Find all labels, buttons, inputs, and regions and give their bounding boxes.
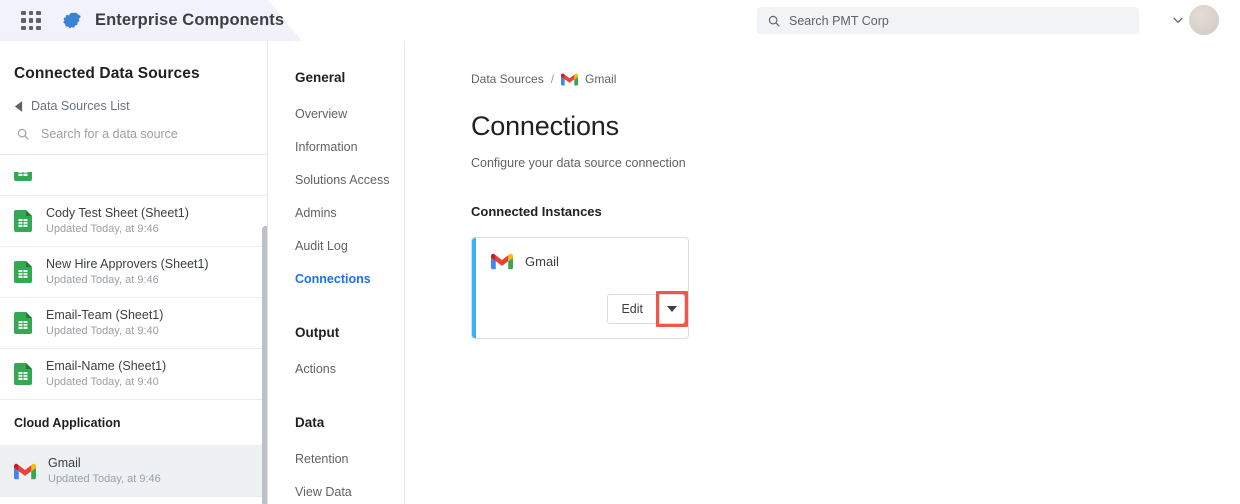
nav-section-data: Data	[277, 415, 404, 430]
google-sheets-icon	[14, 363, 34, 385]
top-header-bar: Enterprise Components	[0, 0, 1240, 41]
connected-instance-card: Gmail Edit	[471, 237, 689, 339]
dropdown-highlight-box	[656, 291, 688, 327]
list-item-updated: Updated Today, at 9:46	[46, 273, 209, 287]
search-input[interactable]	[789, 14, 1119, 28]
google-sheets-icon	[14, 312, 34, 334]
nav-item-actions[interactable]: Actions	[277, 353, 404, 386]
card-action-group: Edit	[607, 291, 688, 327]
card-header: Gmail	[472, 238, 688, 270]
gmail-icon	[491, 253, 513, 270]
list-item-email-name[interactable]: Email-Name (Sheet1) Updated Today, at 9:…	[0, 349, 268, 400]
page-subtitle: Configure your data source connection	[406, 142, 1240, 170]
connected-data-sources-sidebar: Connected Data Sources Data Sources List…	[0, 41, 268, 504]
list-item-updated: Updated Today, at 9:40	[46, 375, 166, 389]
grid-apps-icon[interactable]	[18, 8, 44, 34]
back-link-label: Data Sources List	[31, 99, 130, 113]
page-title: Connections	[406, 86, 1240, 142]
sidebar-scroll-area: Cody Test Sheet (Sheet1) Updated Today, …	[0, 172, 268, 504]
sidebar-search-placeholder: Search for a data source	[41, 127, 178, 141]
caret-down-icon	[667, 306, 677, 313]
search-icon	[767, 14, 781, 28]
nav-item-solutions-access[interactable]: Solutions Access	[277, 164, 404, 197]
search-icon	[16, 127, 30, 141]
list-item-updated: Updated Today, at 9:46	[48, 472, 161, 486]
breadcrumb: Data Sources / Gmail	[406, 41, 1240, 86]
nav-item-information[interactable]: Information	[277, 131, 404, 164]
instance-name: Gmail	[525, 254, 559, 269]
app-title: Enterprise Components	[95, 11, 284, 30]
breadcrumb-separator: /	[551, 72, 554, 86]
list-item-name: Email-Team (Sheet1)	[46, 308, 163, 323]
list-item-name: Email-Name (Sheet1)	[46, 359, 166, 374]
gmail-icon	[14, 463, 36, 480]
user-avatar[interactable]	[1189, 5, 1219, 35]
google-sheets-icon	[14, 172, 34, 181]
sidebar-title: Connected Data Sources	[0, 41, 267, 83]
chevron-down-icon[interactable]	[1170, 12, 1186, 28]
list-item-updated: Updated Today, at 9:46	[46, 222, 189, 236]
nav-section-general: General	[277, 70, 404, 85]
brand[interactable]: Enterprise Components	[63, 10, 284, 32]
group-header-cloud-application: Cloud Application	[0, 400, 268, 446]
nav-section-output: Output	[277, 325, 404, 340]
global-search[interactable]	[757, 7, 1139, 34]
caret-left-icon	[14, 101, 23, 112]
nav-item-admins[interactable]: Admins	[277, 197, 404, 230]
list-item-cody-test-sheet[interactable]: Cody Test Sheet (Sheet1) Updated Today, …	[0, 196, 268, 247]
list-item-updated: Updated Today, at 9:40	[46, 324, 163, 338]
list-item-new-hire-approvers[interactable]: New Hire Approvers (Sheet1) Updated Toda…	[0, 247, 268, 298]
nav-item-view-data[interactable]: View Data	[277, 476, 404, 504]
edit-button[interactable]: Edit	[607, 294, 656, 324]
sidebar-search[interactable]: Search for a data source	[0, 113, 267, 155]
google-sheets-icon	[14, 210, 34, 232]
breadcrumb-data-sources[interactable]: Data Sources	[471, 72, 544, 86]
card-accent-bar	[472, 238, 476, 339]
nav-item-retention[interactable]: Retention	[277, 443, 404, 476]
back-to-data-sources-list[interactable]: Data Sources List	[0, 83, 267, 113]
settings-nav: General Overview Information Solutions A…	[277, 41, 405, 504]
nav-item-overview[interactable]: Overview	[277, 98, 404, 131]
nav-item-connections[interactable]: Connections	[277, 263, 404, 296]
google-sheets-icon	[14, 261, 34, 283]
data-source-list: Cody Test Sheet (Sheet1) Updated Today, …	[0, 172, 268, 497]
list-item-email-team[interactable]: Email-Team (Sheet1) Updated Today, at 9:…	[0, 298, 268, 349]
brand-logo-icon	[63, 10, 85, 32]
list-item-gmail[interactable]: Gmail Updated Today, at 9:46	[0, 446, 268, 497]
list-item-name: Gmail	[48, 456, 161, 471]
list-item-partial[interactable]	[0, 172, 268, 196]
app-root: Enterprise Components Connected Data Sou…	[0, 0, 1240, 504]
edit-dropdown-button[interactable]	[659, 294, 685, 324]
list-item-updated	[46, 172, 49, 185]
breadcrumb-gmail[interactable]: Gmail	[585, 72, 616, 86]
nav-item-audit-log[interactable]: Audit Log	[277, 230, 404, 263]
list-item-name: New Hire Approvers (Sheet1)	[46, 257, 209, 272]
list-item-name: Cody Test Sheet (Sheet1)	[46, 206, 189, 221]
main-content: Data Sources / Gmail Connections Configu…	[406, 41, 1240, 504]
sidebar-scrollbar-thumb[interactable]	[262, 226, 268, 504]
section-title-connected-instances: Connected Instances	[406, 170, 1240, 219]
gmail-icon	[561, 73, 578, 86]
